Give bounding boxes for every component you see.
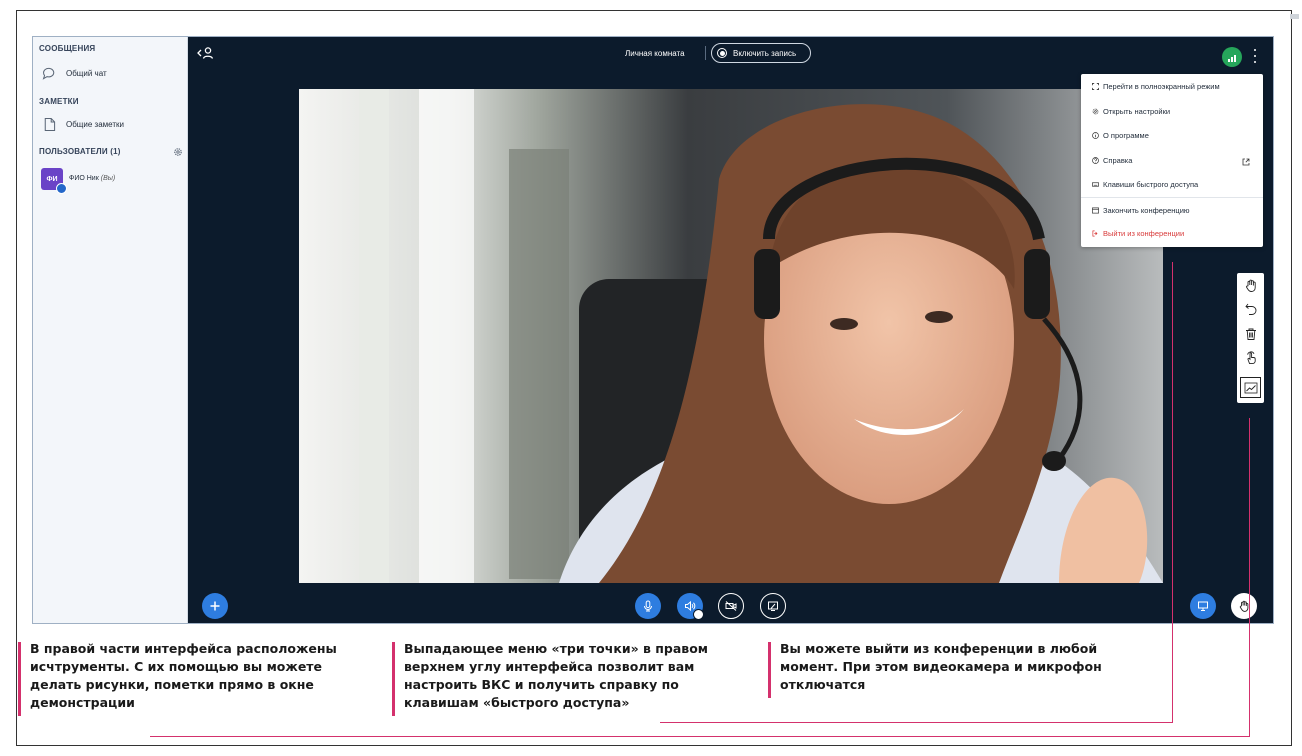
microphone-icon <box>644 600 652 612</box>
you-label: (Вы) <box>100 175 116 182</box>
menu-item-fullscreen[interactable]: Перейти в полноэкранный режим <box>1092 79 1220 93</box>
collapse-users-icon[interactable] <box>197 46 215 60</box>
external-link-icon <box>1242 158 1250 166</box>
user-name: ФИО Ник <box>69 175 99 182</box>
notes-icon <box>44 118 56 131</box>
callout-line-menu-vertical <box>1172 262 1173 723</box>
caption-accent-bar <box>18 642 21 716</box>
menu-divider <box>1081 197 1263 198</box>
avatar[interactable]: ФИ <box>41 168 67 194</box>
caption-leave-line: Вы можете выйти из конференции в любой <box>780 641 1098 656</box>
raise-hand-button[interactable] <box>1231 593 1257 619</box>
video-stream <box>299 89 1163 583</box>
hand-icon <box>1245 279 1256 292</box>
menu-label-help: Справка <box>1103 155 1133 165</box>
menu-label-end-conference: Закончить конференцию <box>1103 205 1190 215</box>
menu-item-hotkeys[interactable]: Клавиши быстрого доступа <box>1092 177 1198 191</box>
screen-share-off-icon <box>768 601 778 611</box>
caption-tools-line: демонстрации <box>30 695 135 710</box>
shared-notes-item[interactable]: Общие заметки <box>41 116 124 133</box>
multi-user-whiteboard-tool[interactable] <box>1240 377 1261 398</box>
record-icon <box>717 48 727 58</box>
actions-button[interactable] <box>202 593 228 619</box>
connection-status-icon[interactable] <box>1222 47 1242 67</box>
microphone-button[interactable] <box>635 593 661 619</box>
caption-tools-line: делать рисунки, пометки прямо в окне <box>30 677 314 692</box>
more-options-menu: Перейти в полноэкранный режим Открыть на… <box>1081 74 1263 247</box>
caption-tools-line: исчтрументы. С их помощью вы можете <box>30 659 323 674</box>
hand-tool[interactable] <box>1240 275 1261 296</box>
caption-accent-bar <box>768 642 771 698</box>
caption-leave: Вы можете выйти из конференции в любой м… <box>780 640 1102 694</box>
gear-icon[interactable] <box>173 147 183 157</box>
pointer-icon <box>1246 350 1256 364</box>
trash-icon <box>1245 328 1256 340</box>
callout-line-tools <box>150 736 1250 737</box>
mic-status-icon <box>56 183 67 194</box>
logout-icon <box>1092 230 1098 236</box>
room-title: Личная комната <box>625 49 685 58</box>
keyboard-icon <box>1092 181 1099 187</box>
caption-tools-line: В правой части интерфейса расположены <box>30 641 337 656</box>
record-label: Включить запись <box>733 48 797 58</box>
screen-share-button[interactable] <box>760 593 786 619</box>
menu-item-help[interactable]: Справка <box>1092 153 1132 167</box>
messages-heading: СООБЩЕНИЯ <box>39 44 96 53</box>
menu-item-leave-conference[interactable]: Выйти из конференции <box>1092 226 1184 240</box>
info-icon <box>1092 131 1099 139</box>
chart-icon <box>1244 382 1257 393</box>
caption-menu-line: Выпадающее меню «три точки» в правом <box>404 641 709 656</box>
menu-label-hotkeys: Клавиши быстрого доступа <box>1103 179 1199 189</box>
corner-mark <box>1290 14 1299 19</box>
caption-menu-line: клавишам «быстрого доступа» <box>404 695 630 710</box>
menu-item-settings[interactable]: Открыть настройки <box>1092 104 1170 118</box>
avatar-initials: ФИ <box>46 175 58 183</box>
public-chat-item[interactable]: Общий чат <box>41 65 107 82</box>
menu-item-about[interactable]: О программе <box>1092 128 1149 142</box>
public-chat-label: Общий чат <box>66 69 107 78</box>
menu-item-end-conference[interactable]: Закончить конференцию <box>1092 203 1190 217</box>
menu-label-fullscreen: Перейти в полноэкранный режим <box>1103 81 1220 91</box>
menu-label-leave-conference: Выйти из конференции <box>1103 228 1185 238</box>
camera-off-icon <box>725 601 737 611</box>
clear-tool[interactable] <box>1240 323 1261 344</box>
annotation-toolbar <box>1237 273 1264 403</box>
presentation-button[interactable] <box>1190 593 1216 619</box>
callout-line-tools-vertical <box>1249 418 1250 737</box>
audio-button[interactable] <box>677 593 704 620</box>
undo-icon <box>1244 303 1256 315</box>
sidebar: СООБЩЕНИЯ Общий чат ЗАМЕТКИ Общие заметк… <box>33 37 188 623</box>
pointer-tool[interactable] <box>1240 347 1261 368</box>
menu-label-settings: Открыть настройки <box>1103 106 1171 116</box>
chat-icon <box>42 67 55 80</box>
menu-label-about: О программе <box>1103 130 1149 140</box>
fullscreen-icon <box>1092 82 1099 90</box>
callout-line-menu <box>660 722 1173 723</box>
caption-leave-line: отключатся <box>780 677 866 692</box>
undo-tool[interactable] <box>1240 298 1261 319</box>
users-heading: ПОЛЬЗОВАТЕЛИ (1) <box>39 147 121 156</box>
conference-app: СООБЩЕНИЯ Общий чат ЗАМЕТКИ Общие заметк… <box>32 36 1274 624</box>
participant-video <box>299 89 1163 583</box>
shared-notes-label: Общие заметки <box>66 120 124 129</box>
header-divider <box>705 46 706 60</box>
caption-tools: В правой части интерфейса расположены ис… <box>30 640 337 712</box>
caption-menu-line: верхнем углу интерфейса позволит вам <box>404 659 695 674</box>
caption-accent-bar <box>392 642 395 716</box>
caption-menu-line: настроить ВКС и получить справку по <box>404 677 679 692</box>
caption-menu: Выпадающее меню «три точки» в правом вер… <box>404 640 708 712</box>
gear-icon <box>1092 108 1099 114</box>
presentation-icon <box>1198 601 1208 611</box>
help-icon <box>1092 156 1099 164</box>
audio-settings-icon <box>693 609 704 620</box>
camera-button[interactable] <box>718 593 744 619</box>
caption-leave-line: момент. При этом видеокамера и микрофон <box>780 659 1102 674</box>
user-list-item[interactable]: ФИО Ник (Вы) <box>69 175 115 182</box>
more-options-icon[interactable] <box>1253 49 1257 63</box>
window-icon <box>1092 207 1099 213</box>
notes-heading: ЗАМЕТКИ <box>39 97 79 106</box>
record-button[interactable]: Включить запись <box>711 43 811 63</box>
plus-icon <box>210 601 220 611</box>
